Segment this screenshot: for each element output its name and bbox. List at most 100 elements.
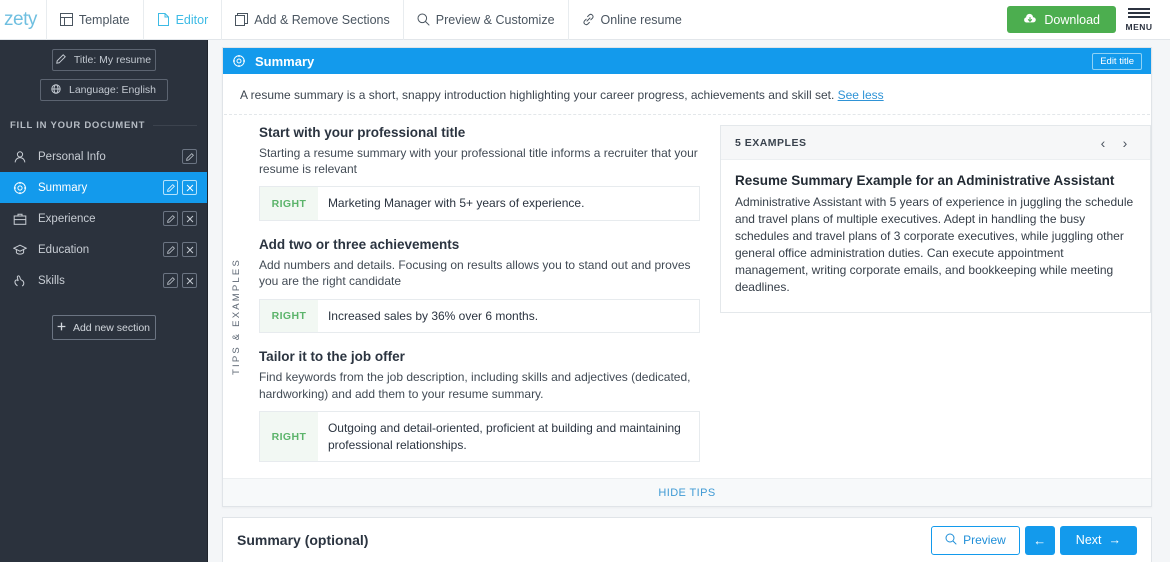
tip-3-heading: Tailor it to the job offer [258,349,405,365]
target-icon [232,54,246,68]
examples-column: 5 EXAMPLES ‹ › Resume Summary Example fo… [719,125,1151,478]
tip-3-example-text: Outgoing and detail-oriented, proficient… [327,420,681,452]
menu-button[interactable]: MENU [1116,0,1162,40]
briefcase-icon [12,211,27,226]
fill-in-your-document-text: FILL IN YOUR DOCUMENT [10,120,146,131]
delete-summary-button[interactable] [182,180,197,195]
nav-item-preview-customize[interactable]: Preview & Customize [404,0,568,40]
see-less-link[interactable]: See less [838,88,884,102]
edit-experience-button[interactable] [163,211,178,226]
language-label: Language: English [69,84,156,96]
sidebar-item-personal-info-label: Personal Info [38,150,106,163]
add-new-section-label: Add new section [72,321,151,334]
edit-education-button[interactable] [163,242,178,257]
pencil-icon [56,53,66,67]
sidebar-section-list: Personal Info Summary Experience Educati… [0,141,207,296]
menu-button-label: MENU [1125,21,1153,32]
next-button[interactable]: Next → [1059,525,1137,555]
tips-body: TIPS & EXAMPLES Start with your professi… [223,115,1151,478]
tip-1-example-row: RIGHT Marketing Manager with 5+ years of… [258,186,700,222]
tip-1-example-text: Marketing Manager with 5+ years of exper… [327,196,585,211]
nav-item-online-resume-label: Online resume [600,12,682,27]
top-bar-right-actions: Download MENU [1007,0,1170,40]
next-button-label: Next [1075,533,1102,547]
template-icon [59,13,73,26]
nav-item-online-resume[interactable]: Online resume [569,0,695,40]
sidebar-item-actions [163,242,197,257]
right-gutter [1160,40,1170,562]
nav-item-add-remove-sections[interactable]: Add & Remove Sections [222,0,403,40]
example-title: Resume Summary Example for an Administra… [734,173,1115,188]
sidebar-item-experience-label: Experience [38,212,96,225]
nav-item-add-remove-sections-label: Add & Remove Sections [254,12,390,27]
hamburger-icon-bar [1128,15,1150,18]
tip-block-1: Start with your professional title Start… [258,125,700,222]
top-navigation-bar: zety Template Editor Add & Remove Sectio… [0,0,1170,40]
tips-card: Summary Edit title A resume summary is a… [222,47,1152,507]
hand-skills-icon [12,273,27,288]
arrow-right-icon: → [1108,533,1122,547]
edit-summary-button[interactable] [163,180,178,195]
bottom-action-bar: Summary (optional) Preview ← Next → [222,517,1152,562]
sidebar-item-education[interactable]: Education [0,234,207,265]
examples-count-label: 5 EXAMPLES [734,136,807,149]
tips-and-examples-vertical-tab: TIPS & EXAMPLES [223,125,251,478]
tip-2-example-row: RIGHT Increased sales by 36% over 6 mont… [258,298,700,334]
page-body: Title: My resume Language: English FILL … [0,40,1170,562]
tips-intro-sentence: A resume summary is a short, snappy intr… [240,88,835,102]
tip-2-badge: RIGHT [259,299,318,333]
tips-card-title: Summary [255,53,315,69]
sidebar-item-skills[interactable]: Skills [0,265,207,296]
sidebar-item-personal-info[interactable]: Personal Info [0,141,207,172]
example-body-text: Administrative Assistant with 5 years of… [734,195,1134,295]
tips-intro-text: A resume summary is a short, snappy intr… [224,74,1150,115]
tips-and-examples-label: TIPS & EXAMPLES [231,258,243,376]
hamburger-icon-bar [1128,11,1150,14]
sidebar-item-summary[interactable]: Summary [0,172,207,203]
edit-skills-button[interactable] [163,273,178,288]
main-content: Summary Edit title A resume summary is a… [208,40,1170,562]
sections-icon [235,13,249,26]
delete-skills-button[interactable] [182,273,197,288]
back-button[interactable]: ← [1024,525,1055,555]
tip-2-description: Add numbers and details. Focusing on res… [258,258,691,289]
examples-panel: 5 EXAMPLES ‹ › Resume Summary Example fo… [719,125,1151,314]
graduation-cap-icon [12,242,27,257]
tip-1-heading: Start with your professional title [258,125,466,140]
nav-item-editor-label: Editor [175,12,209,27]
chevron-left-icon[interactable]: ‹ [1092,132,1114,154]
nav-item-editor[interactable]: Editor [144,0,222,40]
nav-item-template[interactable]: Template [47,0,143,40]
sidebar: Title: My resume Language: English FILL … [0,40,208,562]
zety-logo[interactable]: zety [0,9,46,31]
chevron-right-icon[interactable]: › [1114,132,1136,154]
hide-tips-label: HIDE TIPS [658,486,716,499]
edit-title-button[interactable]: Edit title [1092,52,1142,70]
download-button[interactable]: Download [1007,6,1116,33]
tips-card-header: Summary Edit title [223,48,1151,74]
sidebar-item-summary-label: Summary [38,181,88,194]
resume-title-label: Title: My resume [73,54,152,66]
sidebar-item-experience[interactable]: Experience [0,203,207,234]
resume-title-button[interactable]: Title: My resume [51,49,156,71]
hide-tips-button[interactable]: HIDE TIPS [223,478,1151,506]
edit-personal-info-button[interactable] [182,149,197,164]
delete-education-button[interactable] [182,242,197,257]
summary-icon [12,180,27,195]
tip-2-heading: Add two or three achievements [258,237,460,253]
add-new-section-button[interactable]: Add new section [51,315,156,340]
download-button-label: Download [1044,12,1100,27]
fill-in-your-document-label: FILL IN YOUR DOCUMENT [10,120,197,131]
preview-button[interactable]: Preview [931,525,1020,555]
sidebar-item-actions [163,211,197,226]
nav-item-template-label: Template [78,12,130,27]
cloud-download-icon [1023,13,1037,27]
delete-experience-button[interactable] [182,211,197,226]
hamburger-icon-bar [1128,7,1150,10]
sidebar-item-actions [163,273,197,288]
examples-panel-header: 5 EXAMPLES ‹ › [720,126,1150,160]
language-button[interactable]: Language: English [39,79,168,101]
sidebar-item-education-label: Education [38,243,90,256]
tip-3-badge: RIGHT [259,411,318,462]
document-icon [157,13,170,26]
